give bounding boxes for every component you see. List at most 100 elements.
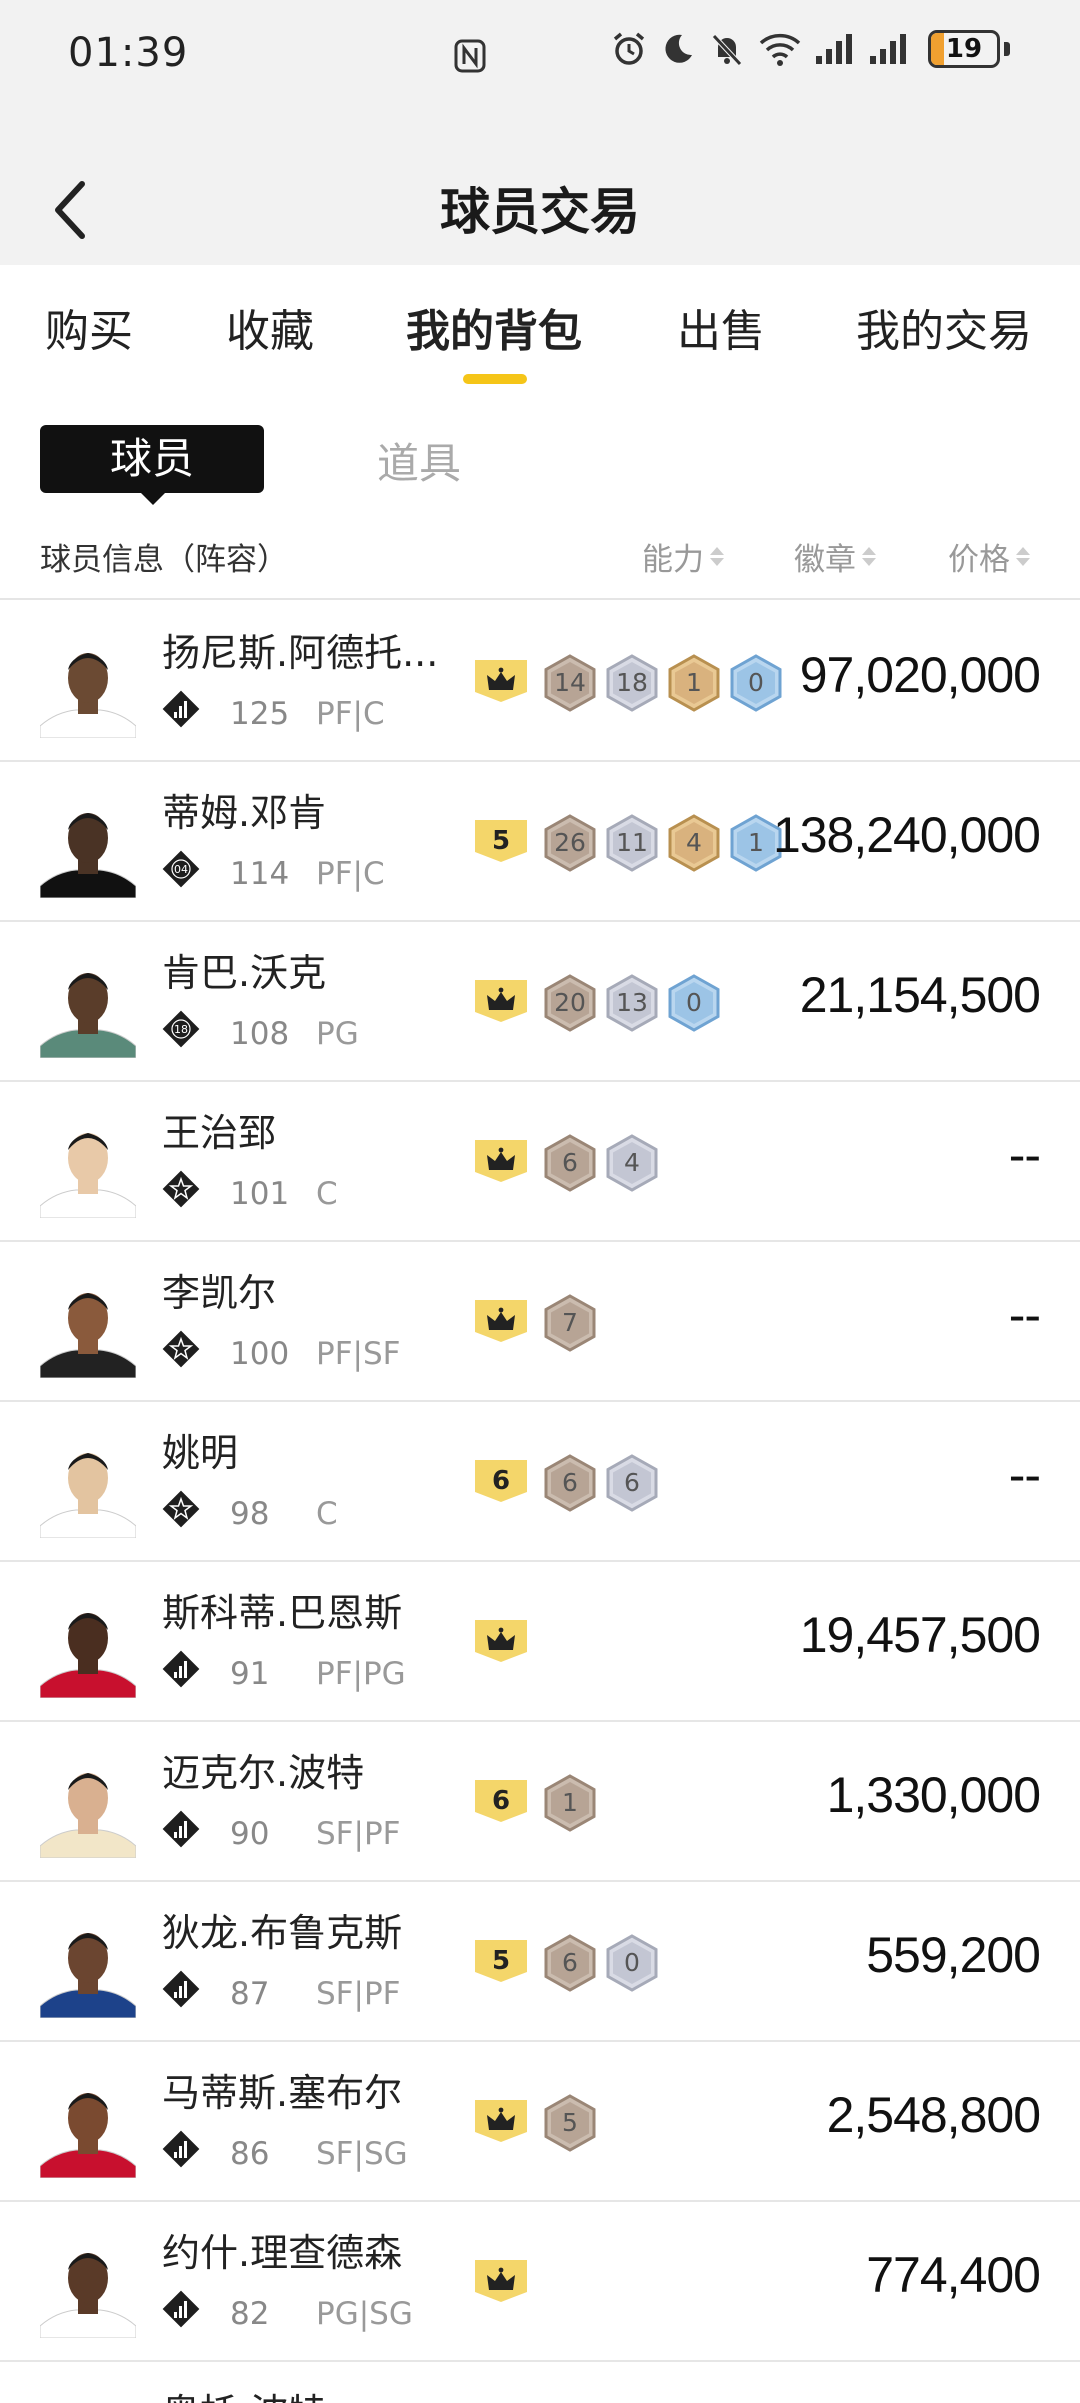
team-chart-icon: [162, 2130, 200, 2168]
badge-hex-blue: 0: [667, 974, 721, 1032]
player-price: --: [1008, 1287, 1041, 1343]
player-position: C: [316, 1496, 338, 1532]
column-player-info: 球员信息（阵容）: [40, 542, 288, 578]
badge-hex-gold: 4: [667, 814, 721, 872]
badge-count: 1: [562, 1788, 578, 1817]
player-row[interactable]: 姚明 98 C 6 6 6 --: [0, 1402, 1080, 1562]
badge-count: 20: [554, 988, 586, 1017]
player-price: 21,154,500: [799, 967, 1041, 1023]
badge-hex-bronze: 7: [543, 1294, 597, 1352]
player-row[interactable]: 奥托.波特: [0, 2362, 1080, 2403]
player-name: 扬尼斯.阿德托...: [162, 631, 439, 675]
battery-level: 19: [945, 34, 983, 64]
player-avatar: [40, 2093, 136, 2178]
badge-count: 0: [686, 988, 702, 1017]
mute-bell-icon: [712, 34, 742, 66]
player-position: PG|SG: [316, 2296, 413, 2332]
player-avatar: [40, 1773, 136, 1858]
player-position: PF|C: [316, 856, 385, 892]
battery-icon: 19: [928, 30, 1000, 68]
player-row[interactable]: 蒂姆.邓肯 04 114 PF|C 5 26 11 4 1 138,240,00…: [0, 762, 1080, 922]
column-ability-label: 能力: [642, 542, 704, 578]
status-time: 01:39: [68, 30, 189, 76]
badge-list: 5: [543, 2094, 597, 2152]
tab-sell[interactable]: 出售: [677, 295, 765, 359]
player-rating: 90: [230, 1816, 270, 1852]
alarm-icon: [613, 32, 645, 65]
subtab-caret: [140, 492, 166, 505]
badge-count: 6: [624, 1468, 640, 1497]
battery-tip: [1004, 42, 1010, 56]
team-chart-icon: [162, 690, 200, 728]
player-avatar: [40, 1133, 136, 1218]
subtab-players[interactable]: 球员: [40, 425, 264, 493]
tab-favorites[interactable]: 收藏: [226, 295, 314, 359]
player-avatar: [40, 813, 136, 898]
player-row[interactable]: 迈克尔.波特 90 SF|PF 6 1 1,330,000: [0, 1722, 1080, 1882]
tab-buy[interactable]: 购买: [45, 295, 133, 359]
signal-icon-2: [870, 34, 906, 64]
player-row[interactable]: 马蒂斯.塞布尔 86 SF|SG 5 2,548,800: [0, 2042, 1080, 2202]
sort-price[interactable]: 价格: [948, 534, 1030, 579]
player-rating: 114: [230, 856, 290, 892]
crown-icon: [475, 660, 527, 702]
tab-my-trades[interactable]: 我的交易: [856, 295, 1032, 359]
player-row[interactable]: 狄龙.布鲁克斯 87 SF|PF 5 6 0 559,200: [0, 1882, 1080, 2042]
badge-hex-bronze: 6: [543, 1134, 597, 1192]
badge-hex-blue: 0: [729, 654, 783, 712]
status-bar: 01:39 19: [0, 0, 1080, 110]
badge-hex-silver: 0: [605, 1934, 659, 1992]
player-rating: 98: [230, 1496, 270, 1532]
badge-list: 7: [543, 1294, 597, 1352]
badge-hex-bronze: 20: [543, 974, 597, 1032]
level-tag: 5: [475, 1940, 527, 1982]
badge-hex-silver: 4: [605, 1134, 659, 1192]
sort-arrows-icon: [1016, 547, 1030, 566]
column-badge-label: 徽章: [794, 542, 856, 578]
player-row[interactable]: 扬尼斯.阿德托... 125 PF|C 14 18 1 0 97,020,000: [0, 602, 1080, 762]
signal-icon: [816, 34, 852, 64]
player-rating: 86: [230, 2136, 270, 2172]
moon-icon: [665, 34, 692, 63]
level-tag: 6: [475, 1780, 527, 1822]
player-row[interactable]: 王治郅 101 C 6 4 --: [0, 1082, 1080, 1242]
player-avatar: [40, 1933, 136, 2018]
player-row[interactable]: 斯科蒂.巴恩斯 91 PF|PG 19,457,500: [0, 1562, 1080, 1722]
player-avatar: [40, 2253, 136, 2338]
player-name: 蒂姆.邓肯: [162, 791, 327, 835]
player-price: 1,330,000: [826, 1767, 1041, 1823]
badge-count: 6: [562, 1948, 578, 1977]
nfc-icon: [454, 39, 486, 73]
player-avatar: [40, 973, 136, 1058]
tab-my-backpack[interactable]: 我的背包: [406, 295, 582, 359]
player-rating: 87: [230, 1976, 270, 2012]
team-star-icon: [162, 1330, 200, 1368]
badge-hex-bronze: 6: [543, 1934, 597, 1992]
badge-list: 1: [543, 1774, 597, 1832]
player-price: --: [1008, 1447, 1041, 1503]
player-row[interactable]: 肯巴.沃克 18 108 PG 20 13 0 21,154,500: [0, 922, 1080, 1082]
svg-text:18: 18: [174, 1023, 188, 1036]
player-rating: 82: [230, 2296, 270, 2332]
badge-hex-bronze: 26: [543, 814, 597, 872]
player-position: SF|PF: [316, 1816, 401, 1852]
player-row[interactable]: 李凯尔 100 PF|SF 7 --: [0, 1242, 1080, 1402]
player-avatar: [40, 1293, 136, 1378]
player-position: SF|PF: [316, 1976, 401, 2012]
player-name: 迈克尔.波特: [162, 1751, 365, 1795]
sort-badge[interactable]: 徽章: [794, 534, 876, 579]
player-price: 138,240,000: [772, 807, 1041, 863]
level-tag-value: 6: [492, 1466, 510, 1496]
player-position: C: [316, 1176, 338, 1212]
player-row[interactable]: 约什.理查德森 82 PG|SG 774,400: [0, 2202, 1080, 2362]
player-rating: 108: [230, 1016, 290, 1052]
badge-count: 0: [748, 668, 764, 697]
player-price: 774,400: [866, 2247, 1041, 2303]
player-rating: 125: [230, 696, 290, 732]
player-name: 狄龙.布鲁克斯: [162, 1911, 403, 1955]
badge-list: 6 0: [543, 1934, 659, 1992]
player-price: 97,020,000: [799, 647, 1041, 703]
player-position: PF|SF: [316, 1336, 401, 1372]
subtab-items[interactable]: 道具: [377, 430, 461, 491]
sort-ability[interactable]: 能力: [642, 534, 724, 579]
